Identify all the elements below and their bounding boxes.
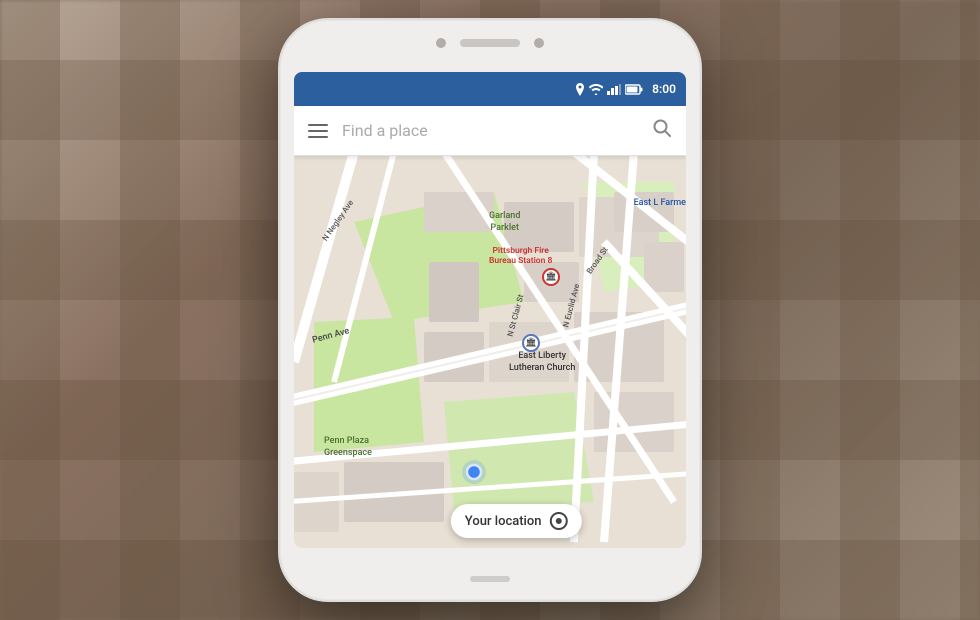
map-area[interactable]: N Negley Ave Penn Ave N St Clair St N Eu…: [294, 156, 686, 548]
location-crosshair-icon: [549, 512, 567, 530]
search-input[interactable]: Find a place: [342, 121, 638, 140]
status-time: 8:00: [652, 82, 676, 96]
fire-station-icon: 🏛: [542, 268, 560, 286]
east-label-text: East L Farme: [634, 198, 686, 208]
search-bar[interactable]: Find a place: [294, 106, 686, 156]
search-icon: [652, 118, 672, 138]
phone-body: 8:00 Find a place: [280, 20, 700, 600]
poi-label-fire-bureau: Pittsburgh FireBureau Station 8: [489, 246, 552, 266]
battery-status-icon: [625, 84, 643, 95]
phone-screen: 8:00 Find a place: [294, 72, 686, 548]
east-label: East L Farme: [634, 196, 686, 210]
your-location-label: Your location: [465, 514, 542, 529]
hamburger-menu-button[interactable]: [304, 120, 332, 142]
search-button[interactable]: [648, 114, 676, 147]
map-svg: [294, 156, 686, 548]
hamburger-line-2: [308, 130, 328, 132]
speaker-grille: [460, 39, 520, 47]
home-button[interactable]: [470, 576, 510, 582]
church-icon: 🏛: [522, 334, 540, 352]
your-location-button[interactable]: Your location: [451, 504, 582, 538]
wifi-status-icon: [589, 84, 603, 95]
hamburger-line-3: [308, 136, 328, 138]
signal-status-icon: [607, 84, 621, 95]
phone-top-notch: [436, 38, 544, 48]
phone-device: 8:00 Find a place: [280, 20, 700, 600]
park-area-3: [444, 392, 594, 512]
front-camera: [436, 38, 446, 48]
hamburger-line-1: [308, 124, 328, 126]
status-bar: 8:00: [294, 72, 686, 106]
location-status-icon: [575, 83, 585, 96]
status-icons: [575, 83, 643, 96]
front-sensor: [534, 38, 544, 48]
